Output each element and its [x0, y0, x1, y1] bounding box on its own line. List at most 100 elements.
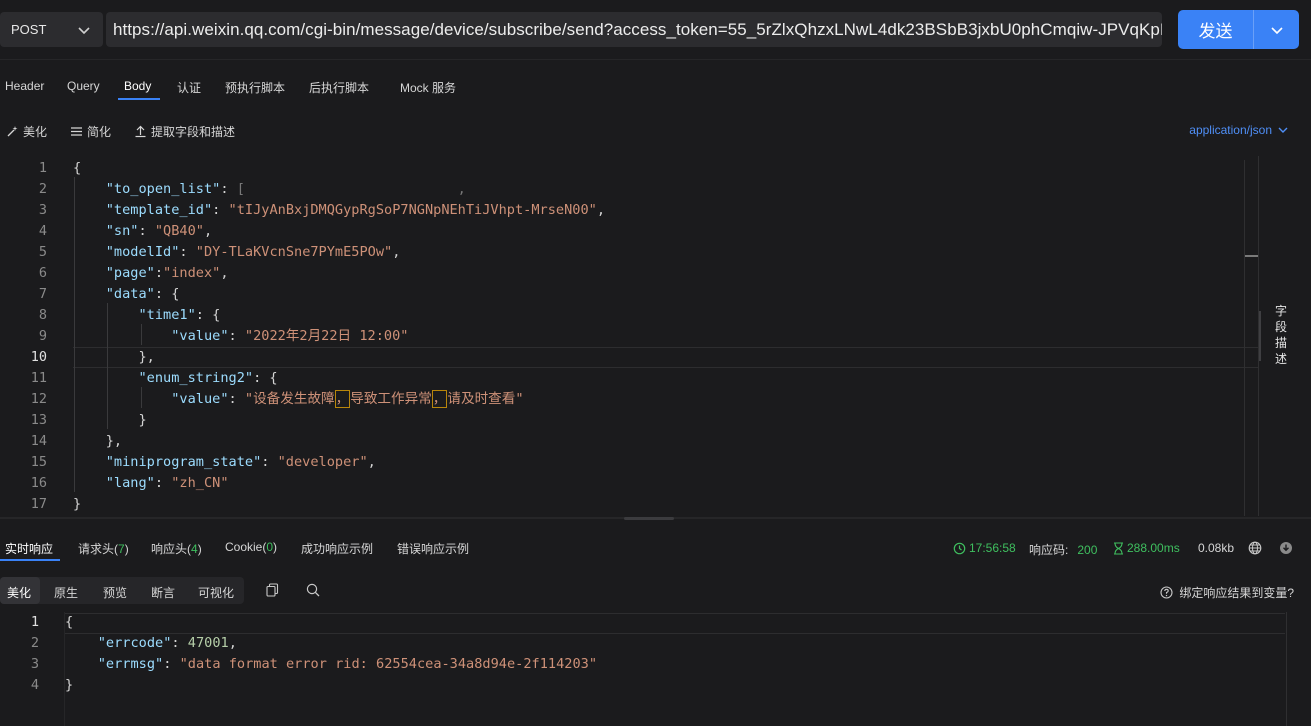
line-number: 2 [38, 181, 47, 197]
tab-cookie[interactable]: Cookie(0) [225, 540, 277, 554]
line-number: 4 [38, 223, 47, 239]
response-tabs: 实时响应 请求头(7) 响应头(4) Cookie(0) 成功响应示例 错误响应… [0, 535, 1311, 561]
beautify-label: 美化 [23, 125, 48, 139]
code-line: 2 "errcode": 47001, [0, 633, 1300, 654]
tab-body[interactable]: Body [124, 79, 151, 93]
request-tabs: Header Query Body 认证 预执行脚本 后执行脚本 Mock 服务 [0, 74, 500, 100]
tab-post-script[interactable]: 后执行脚本 [309, 79, 369, 96]
url-text: https://api.weixin.qq.com/cgi-bin/messag… [113, 19, 1162, 39]
tab-response-headers[interactable]: 响应头(4) [151, 540, 202, 557]
chevron-down-icon [1278, 127, 1288, 133]
invalid-char-highlight: ， [334, 390, 351, 408]
copy-icon[interactable] [266, 583, 279, 600]
simplify-button[interactable]: 简化 [70, 123, 111, 140]
tab-query[interactable]: Query [67, 79, 100, 93]
tab-request-headers[interactable]: 请求头(7) [78, 540, 129, 557]
status-code-value: 200 [1077, 542, 1098, 557]
code-line: 8 "time1": { [0, 305, 1258, 326]
response-time: 17:56:58 [953, 541, 1016, 555]
panel-resize-handle[interactable] [1259, 311, 1261, 361]
view-mode-raw[interactable]: 原生 [54, 584, 78, 601]
json-value: "设备发生故障 [244, 391, 335, 407]
status-code-label: 响应码: [1029, 543, 1069, 557]
view-mode-visualize[interactable]: 可视化 [198, 584, 234, 601]
code-line: 1{ [0, 158, 1258, 179]
code-line: 16 "lang": "zh_CN" [0, 473, 1258, 494]
json-value: "2022年2月22日 12:00" [244, 328, 409, 344]
response-size: 0.08kb [1198, 541, 1235, 555]
pane-splitter[interactable] [0, 517, 1311, 520]
view-mode-beautify[interactable]: 美化 [7, 584, 31, 601]
tab-auth[interactable]: 认证 [177, 79, 201, 96]
code-line: 14 }, [0, 431, 1258, 452]
json-value: "data format error rid: 62554cea-34a8d94… [179, 656, 597, 672]
method-select[interactable]: POST [0, 12, 103, 47]
url-input[interactable]: https://api.weixin.qq.com/cgi-bin/messag… [106, 12, 1162, 47]
tab-label: 错误响应示例 [397, 542, 470, 556]
globe-icon[interactable] [1248, 541, 1262, 555]
line-number: 4 [30, 677, 39, 693]
json-value: [ [236, 181, 245, 197]
status-code: 响应码: 200 [1029, 541, 1097, 558]
search-icon[interactable] [306, 583, 320, 600]
json-value: 导致工作异常 [350, 391, 432, 407]
code-line: 15 "miniprogram_state": "developer", [0, 452, 1258, 473]
response-scrollbar[interactable] [1286, 612, 1300, 726]
response-body-viewer[interactable]: 1{ 2 "errcode": 47001, 3 "errmsg": "data… [0, 612, 1311, 726]
line-number: 5 [38, 244, 47, 260]
tab-success-example[interactable]: 成功响应示例 [301, 540, 373, 557]
send-options-button[interactable] [1254, 23, 1299, 37]
send-button-group: 发送 [1178, 10, 1299, 49]
upload-icon [135, 125, 146, 138]
extract-fields-button[interactable]: 提取字段和描述 [134, 123, 235, 140]
beautify-button[interactable]: 美化 [6, 123, 47, 140]
bind-response-variable[interactable]: 绑定响应结果到变量? [1160, 584, 1294, 601]
json-key: "template_id" [105, 202, 213, 218]
request-body-editor[interactable]: 1{ 2 "to_open_list": [ , 3 "template_id"… [0, 156, 1260, 516]
json-key: "to_open_list" [105, 181, 221, 197]
view-mode-preview[interactable]: 预览 [103, 584, 127, 601]
code-line: 7 "data": { [0, 284, 1258, 305]
code-line: 1{ [0, 612, 1300, 633]
line-number: 16 [30, 475, 47, 491]
line-number: 13 [30, 412, 47, 428]
json-key: "time1" [138, 307, 196, 323]
send-button[interactable]: 发送 [1178, 17, 1253, 42]
json-key: "errmsg" [97, 656, 164, 672]
tab-error-example[interactable]: 错误响应示例 [397, 540, 469, 557]
code-line: 13 } [0, 410, 1258, 431]
line-number: 1 [38, 160, 47, 176]
magic-wand-icon [7, 126, 18, 137]
tab-label: 响应头 [151, 542, 188, 556]
splitter-grip[interactable] [624, 517, 674, 520]
content-type-select[interactable]: application/json [1189, 123, 1289, 137]
view-mode-assert[interactable]: 断言 [151, 584, 175, 601]
json-value: "index" [163, 265, 221, 281]
body-toolbar: 美化 简化 提取字段和描述 application/json [0, 118, 1311, 142]
code-line: 17} [0, 494, 1258, 515]
tab-realtime-response[interactable]: 实时响应 [5, 540, 53, 557]
code-line: 4 "sn": "QB40", [0, 221, 1258, 242]
tab-header[interactable]: Header [5, 79, 44, 93]
tab-mock[interactable]: Mock 服务 [400, 79, 456, 96]
line-number: 8 [38, 307, 47, 323]
line-number: 3 [30, 656, 39, 672]
field-description-panel[interactable]: 字段描述 [1258, 156, 1311, 516]
method-label: POST [11, 22, 47, 37]
json-key: "value" [171, 328, 229, 344]
response-duration: 288.00ms [1113, 541, 1180, 555]
code-line: 4} [0, 675, 1300, 696]
tab-pre-script[interactable]: 预执行脚本 [225, 79, 285, 96]
download-icon[interactable] [1279, 541, 1293, 555]
line-number: 17 [30, 496, 47, 512]
line-number: 7 [38, 286, 47, 302]
bind-response-label: 绑定响应结果到变量? [1179, 586, 1294, 600]
tab-count: 7 [118, 542, 125, 556]
editor-scrollbar[interactable] [1244, 160, 1259, 516]
field-description-label: 字段描述 [1275, 304, 1288, 366]
list-icon [71, 127, 82, 136]
json-key: "lang" [105, 475, 155, 491]
simplify-label: 简化 [87, 125, 112, 139]
json-key: "page" [105, 265, 155, 281]
extract-fields-label: 提取字段和描述 [151, 125, 236, 139]
